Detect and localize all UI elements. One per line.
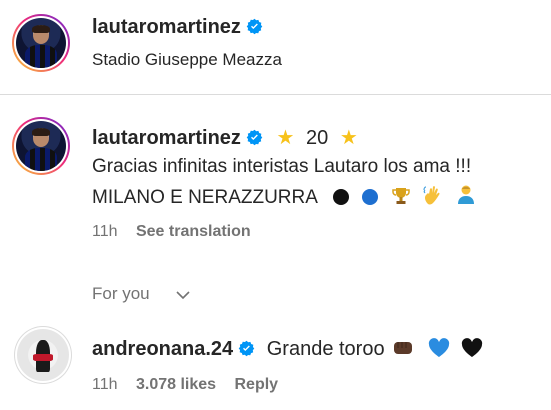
comment-text: Grande toroo: [266, 338, 385, 360]
star-emoji-icon: ★: [339, 127, 358, 149]
caption-block: lautaromartinez ★ 20 ★ Gracias infinitas…: [0, 95, 551, 255]
black-heart-emoji-icon: [462, 338, 483, 357]
lautaro-avatar[interactable]: [12, 14, 70, 72]
person-bowing-emoji-icon: [458, 185, 475, 204]
chevron-down-icon[interactable]: [175, 289, 191, 301]
verified-badge-icon: [238, 340, 255, 357]
blue-circle-emoji-icon: [362, 189, 379, 205]
blue-heart-emoji-icon: [428, 338, 449, 357]
verified-badge-icon: [246, 129, 263, 146]
post-username[interactable]: lautaromartinez: [92, 16, 263, 39]
star-emoji-icon: ★: [276, 127, 295, 149]
verified-badge-icon: [246, 18, 263, 35]
emoji-row: [332, 185, 483, 208]
post-header: lautaromartinez Stadio Giuseppe Meazza: [0, 0, 551, 92]
caption-line-2: MILANO E NERAZZURRA: [92, 184, 483, 211]
caption-time: 11h: [92, 223, 118, 240]
black-circle-emoji-icon: [333, 189, 350, 205]
caption-meta: 11h See translation: [92, 223, 251, 241]
caption-line-1: Gracias infinitas interistas Lautaro los…: [92, 156, 472, 177]
trophy-emoji-icon: [391, 188, 410, 204]
reply-button[interactable]: Reply: [235, 376, 279, 393]
comment-likes[interactable]: 3.078 likes: [136, 376, 216, 393]
see-translation-link[interactable]: See translation: [136, 223, 251, 240]
waving-hand-emoji-icon: [423, 186, 440, 205]
for-you-section[interactable]: For you: [0, 284, 551, 310]
andreonana-avatar[interactable]: [14, 326, 72, 384]
fist-emoji-icon: [394, 342, 413, 354]
comment-time: 11h: [92, 376, 118, 393]
comment-username[interactable]: andreonana.24 Grande toroo: [92, 338, 489, 361]
caption-avatar[interactable]: [12, 117, 70, 175]
for-you-label[interactable]: For you: [92, 284, 150, 304]
post-location[interactable]: Stadio Giuseppe Meazza: [92, 50, 282, 70]
caption-username[interactable]: lautaromartinez ★ 20 ★: [92, 125, 358, 150]
comment-meta: 11h 3.078 likes Reply: [92, 376, 278, 394]
caption-number: 20: [306, 127, 329, 149]
comment-block: andreonana.24 Grande toroo 11h 3.078 lik…: [0, 318, 551, 410]
